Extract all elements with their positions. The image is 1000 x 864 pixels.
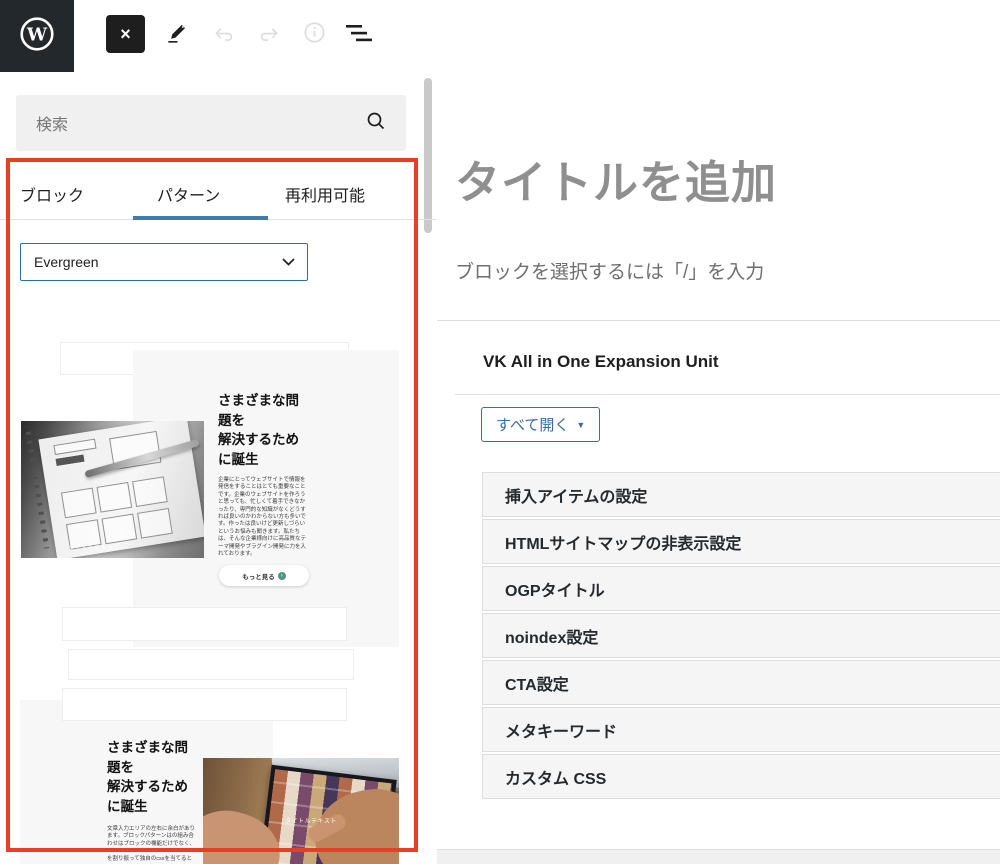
details-button[interactable] [298,19,330,51]
block-appender-hint[interactable]: ブロックを選択するには「/」を入力 [455,257,764,284]
pattern-category-select[interactable]: Evergreen [20,243,308,281]
pattern1-photo-notebook: タイトルテキスト [21,421,204,558]
wordpress-logo-icon: W [17,14,57,59]
pattern2-heading: さまざまな問題を解決するために誕生 [107,738,193,816]
pattern-search-input[interactable]: 検索 [16,95,406,151]
redo-button[interactable] [254,20,284,52]
canvas-divider [437,320,1000,321]
info-icon [301,19,328,51]
pattern-category-value: Evergreen [34,254,282,270]
search-icon [364,109,388,138]
pattern2-image-caption: タイトルテキスト [285,816,337,825]
undo-icon [211,21,237,52]
post-title-placeholder[interactable]: タイトルを追加 [455,146,777,211]
toggle-inserter-button[interactable]: × [106,15,145,53]
wordpress-logo[interactable]: W [0,0,74,72]
chevron-down-icon [282,258,295,266]
pattern1-more-button: もっと見る › [219,565,309,586]
pattern2-photo-tablet: タイトルテキスト [203,758,399,864]
svg-text:W: W [26,24,48,45]
top-toolbar: W × [0,0,1000,73]
pattern1-body-text: 企業にとってウェブサイトで情報を発信をすることはとても重要なことです。企業のウェ… [218,477,307,558]
caret-down-icon: ▼ [576,420,585,430]
undo-button[interactable] [209,20,239,52]
edit-mode-pencil-button[interactable] [161,20,193,52]
block-inserter-sidebar: 検索 ブロック パターン 再利用可能 Evergreen [0,72,438,864]
canvas-bottom-strip [437,849,1000,864]
metabox-section-row[interactable]: OGPタイトル [482,566,1000,611]
pattern1-heading: さまざまな問題を解決するために誕生 [218,391,304,469]
pencil-icon [164,21,190,52]
metabox-section-list: 挿入アイテムの設定HTMLサイトマップの非表示設定OGPタイトルnoindex設… [482,472,1000,801]
tab-blocks[interactable]: ブロック [20,182,84,206]
pattern-skeleton-bar [62,688,347,721]
metabox-divider [455,394,1000,395]
tab-patterns[interactable]: パターン [157,182,220,206]
list-view-icon [346,22,373,50]
metabox-section-row[interactable]: CTA設定 [482,660,1000,705]
redo-icon [256,21,282,52]
search-placeholder: 検索 [36,111,364,135]
metabox-section-row[interactable]: カスタム CSS [482,754,1000,799]
pattern-skeleton-bar [68,649,354,680]
open-all-button[interactable]: すべて開く ▼ [481,407,600,442]
open-all-label: すべて開く [496,414,569,435]
metabox-section-row[interactable]: 挿入アイテムの設定 [482,472,1000,517]
pattern-skeleton-bar [62,607,347,641]
inserter-tabs: ブロック パターン 再利用可能 [0,168,436,220]
more-button-label: もっと見る [242,571,275,581]
active-tab-underline [133,216,268,220]
tab-reusable[interactable]: 再利用可能 [285,182,365,206]
list-view-button[interactable] [344,23,374,49]
pattern1-image-caption: タイトルテキスト [68,543,120,552]
more-arrow-icon: › [278,572,286,580]
metabox-section-row[interactable]: noindex設定 [482,613,1000,658]
metabox-section-row[interactable]: HTMLサイトマップの非表示設定 [482,519,1000,564]
pattern2-body-text: 文章入力エリアの左右に余白があります。ブロックパターンはの組み合わせはブロックの… [107,826,196,863]
metabox-section-row[interactable]: メタキーワード [482,707,1000,752]
metabox-title: VK All in One Expansion Unit [483,352,719,372]
editor-canvas: タイトルを追加 ブロックを選択するには「/」を入力 VK All in One … [437,72,1000,864]
